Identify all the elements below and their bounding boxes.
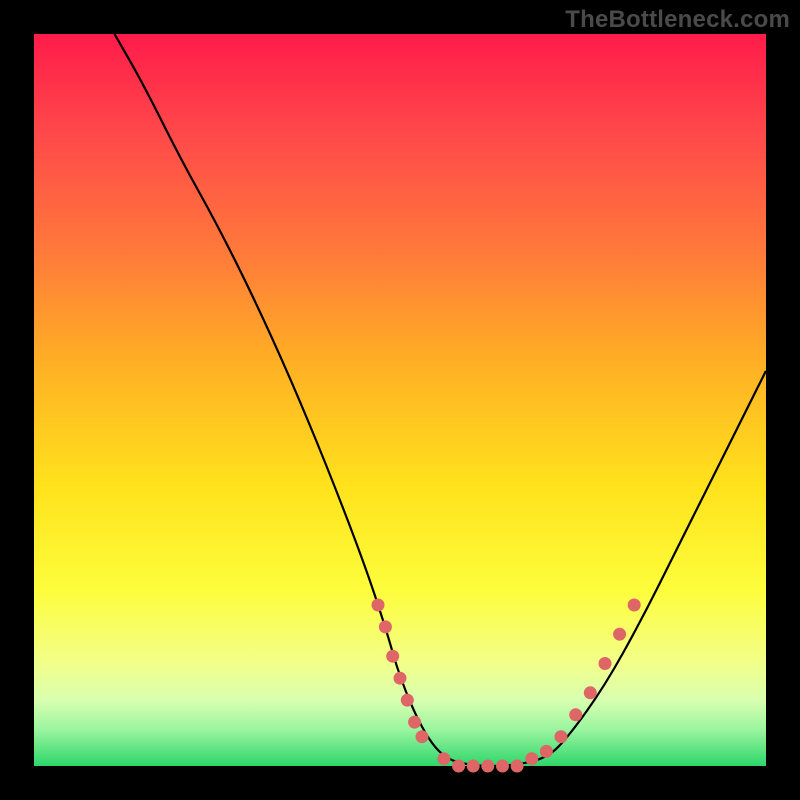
curve-marker [525,752,538,765]
curve-marker [408,716,421,729]
curve-marker [401,694,414,707]
curve-marker [379,620,392,633]
curve-marker [481,760,494,773]
curve-marker [555,730,568,743]
curve-marker [511,760,524,773]
curve-marker [628,599,641,612]
curve-marker [416,730,429,743]
curve-marker [584,686,597,699]
curve-markers [372,599,641,773]
plot-area [34,34,766,766]
curve-marker [496,760,509,773]
curve-marker [372,599,385,612]
curve-marker [467,760,480,773]
curve-marker [437,752,450,765]
curve-marker [613,628,626,641]
bottleneck-curve [115,34,767,766]
watermark-text: TheBottleneck.com [565,6,790,34]
curve-marker [599,657,612,670]
curve-marker [540,745,553,758]
curve-marker [452,760,465,773]
curve-marker [569,708,582,721]
chart-svg [34,34,766,766]
curve-marker [386,650,399,663]
chart-frame: TheBottleneck.com [0,0,800,800]
curve-marker [394,672,407,685]
